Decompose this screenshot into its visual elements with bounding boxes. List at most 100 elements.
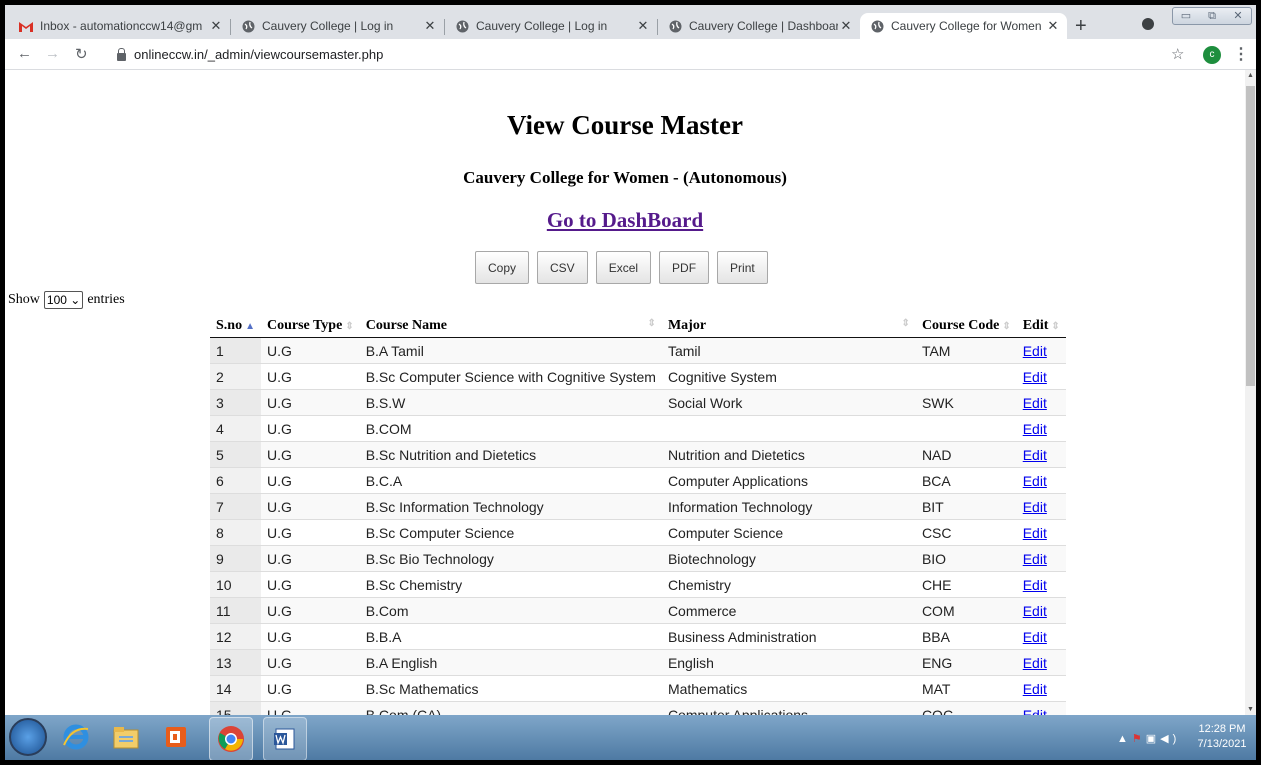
back-arrow-icon[interactable]: ←: [17, 45, 32, 62]
cell-course-name: B.Sc Mathematics: [359, 675, 662, 702]
scroll-up-icon[interactable]: ▲: [1247, 72, 1254, 79]
scrollbar-thumb[interactable]: [1246, 86, 1255, 386]
edit-link[interactable]: Edit: [1023, 395, 1047, 411]
close-icon[interactable]: ✕: [422, 18, 438, 34]
cell-course-code: COC: [915, 701, 1017, 715]
edit-link[interactable]: Edit: [1023, 681, 1047, 697]
close-icon[interactable]: ✕: [838, 18, 854, 34]
close-icon[interactable]: ✕: [1045, 18, 1061, 34]
cell-course-type: U.G: [260, 545, 360, 572]
tab-login-1[interactable]: Cauvery College | Log in ✕: [231, 13, 444, 39]
edit-link[interactable]: Edit: [1023, 447, 1047, 463]
col-course-type[interactable]: Course Type ⇕: [260, 315, 360, 338]
outlook-icon[interactable]: [160, 721, 192, 753]
scroll-down-icon[interactable]: ▼: [1247, 706, 1254, 713]
col-edit[interactable]: Edit ⇕: [1016, 315, 1066, 338]
edit-link[interactable]: Edit: [1023, 707, 1047, 716]
menu-kebab-icon[interactable]: ⋮: [1233, 44, 1249, 64]
tab-dashboard[interactable]: Cauvery College | Dashboard ✕: [658, 13, 860, 39]
table-row: 13 U.G B.A English English ENG Edit: [210, 649, 1066, 676]
edit-link[interactable]: Edit: [1023, 525, 1047, 541]
cell-sno: 4: [210, 415, 261, 442]
word-icon[interactable]: [263, 717, 307, 760]
edit-link[interactable]: Edit: [1023, 369, 1047, 385]
network-icon[interactable]: ▣: [1146, 733, 1160, 745]
edit-link[interactable]: Edit: [1023, 551, 1047, 567]
vertical-scrollbar[interactable]: ▲ ▼: [1245, 70, 1256, 715]
new-tab-button[interactable]: +: [1075, 15, 1087, 38]
close-icon[interactable]: ✕: [635, 18, 651, 34]
cell-course-code: SWK: [915, 389, 1017, 416]
dashboard-link-wrap: Go to DashBoard: [5, 208, 1245, 233]
col-major[interactable]: Major ⇕: [661, 315, 916, 338]
maximize-icon[interactable]: ⧉: [1199, 8, 1225, 24]
show-hidden-icons-icon[interactable]: ▲: [1117, 733, 1132, 745]
excel-button[interactable]: Excel: [595, 251, 652, 284]
table-row: 9 U.G B.Sc Bio Technology Biotechnology BIO E…: [210, 545, 1066, 572]
col-course-name[interactable]: Course Name ⇕: [359, 315, 662, 338]
sort-asc-icon: ▲: [245, 321, 255, 332]
forward-arrow-icon[interactable]: →: [45, 45, 60, 62]
cell-course-name: B.A Tamil: [359, 337, 662, 364]
cell-edit: Edit: [1016, 623, 1066, 650]
cell-edit: Edit: [1016, 571, 1066, 598]
edit-link[interactable]: Edit: [1023, 577, 1047, 593]
cell-course-type: U.G: [260, 649, 360, 676]
cell-major: Commerce: [661, 597, 916, 624]
chevron-down-icon: ⌄: [70, 293, 81, 307]
profile-avatar[interactable]: c: [1203, 46, 1221, 64]
cell-edit: Edit: [1016, 467, 1066, 494]
cell-course-code: TAM: [915, 337, 1017, 364]
entries-select[interactable]: 100 ⌄: [43, 291, 84, 309]
edit-link[interactable]: Edit: [1023, 603, 1047, 619]
edit-link[interactable]: Edit: [1023, 473, 1047, 489]
windows-start-icon[interactable]: [9, 718, 47, 756]
table-row: 12 U.G B.B.A Business Administration BBA Edit: [210, 623, 1066, 650]
cell-course-name: B.Sc Bio Technology: [359, 545, 662, 572]
edit-link[interactable]: Edit: [1023, 629, 1047, 645]
cell-course-code: BIT: [915, 493, 1017, 520]
file-explorer-icon[interactable]: [110, 721, 142, 753]
copy-button[interactable]: Copy: [475, 251, 530, 284]
internet-explorer-icon[interactable]: [60, 721, 92, 753]
csv-button[interactable]: CSV: [537, 251, 588, 284]
close-icon[interactable]: ✕: [208, 18, 224, 34]
print-button[interactable]: Print: [717, 251, 768, 284]
extension-icon[interactable]: [1142, 18, 1154, 30]
cell-edit: Edit: [1016, 701, 1066, 716]
cell-edit: Edit: [1016, 337, 1066, 364]
pdf-button[interactable]: PDF: [659, 251, 710, 284]
taskbar-clock[interactable]: 12:28 PM 7/13/2021: [1191, 722, 1253, 752]
chrome-icon[interactable]: [209, 717, 253, 760]
col-sno[interactable]: S.no ▲: [210, 315, 261, 338]
edit-link[interactable]: Edit: [1023, 655, 1047, 671]
volume-icon[interactable]: ◀): [1160, 733, 1180, 745]
address-bar[interactable]: onlineccw.in/_admin/viewcoursemaster.php: [117, 47, 383, 62]
go-to-dashboard-link[interactable]: Go to DashBoard: [547, 208, 703, 232]
cell-course-name: B.Sc Computer Science: [359, 519, 662, 546]
close-window-icon[interactable]: ✕: [1225, 8, 1251, 24]
cell-major: Cognitive System: [661, 363, 916, 390]
cell-course-type: U.G: [260, 675, 360, 702]
action-center-icon[interactable]: ⚑: [1132, 733, 1146, 745]
reload-icon[interactable]: ↻: [75, 45, 88, 63]
sort-icon: ⇕: [345, 321, 354, 332]
cell-major: English: [661, 649, 916, 676]
table-row: 8 U.G B.Sc Computer Science Computer Scienc…: [210, 519, 1066, 546]
cell-course-code: CSC: [915, 519, 1017, 546]
edit-link[interactable]: Edit: [1023, 499, 1047, 515]
col-course-code[interactable]: Course Code ⇕: [915, 315, 1017, 338]
cell-edit: Edit: [1016, 389, 1066, 416]
minimize-icon[interactable]: ▭: [1173, 8, 1199, 24]
edit-link[interactable]: Edit: [1023, 421, 1047, 437]
tab-gmail[interactable]: Inbox - automationccw14@gm ✕: [9, 13, 230, 39]
globe-icon: [241, 19, 255, 33]
edit-link[interactable]: Edit: [1023, 343, 1047, 359]
tab-login-2[interactable]: Cauvery College | Log in ✕: [445, 13, 657, 39]
cell-course-name: B.Sc Information Technology: [359, 493, 662, 520]
cell-major: Tamil: [661, 337, 916, 364]
bookmark-star-icon[interactable]: ☆: [1171, 45, 1184, 63]
cell-sno: 13: [210, 649, 261, 676]
tab-active-course[interactable]: Cauvery College for Women ✕: [860, 13, 1067, 39]
cell-sno: 15: [210, 701, 261, 715]
